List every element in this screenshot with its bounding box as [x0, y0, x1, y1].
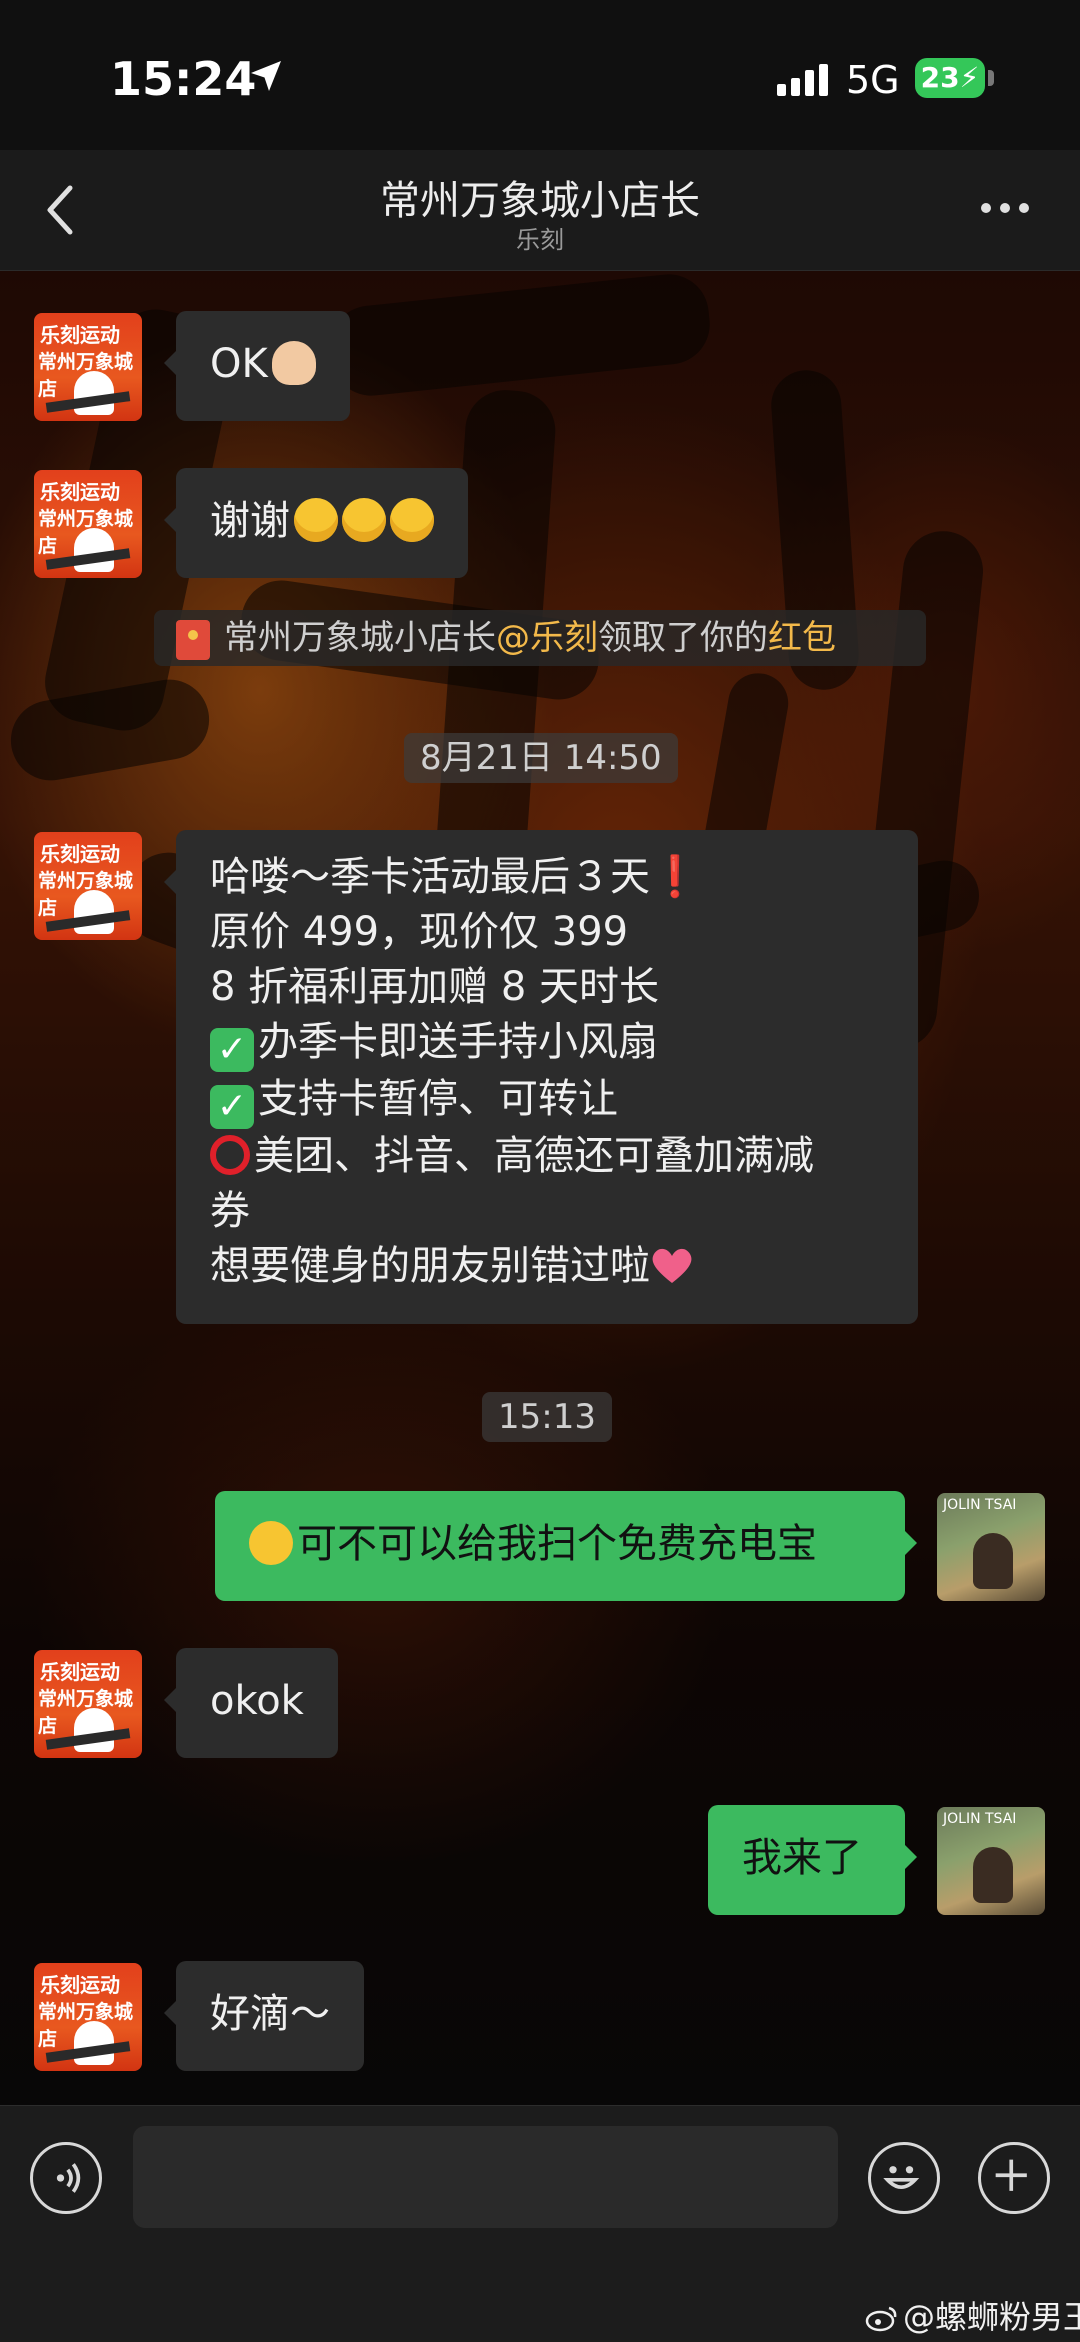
status-time: 15:24 — [110, 52, 257, 106]
message-text: OK — [210, 341, 268, 387]
emoji-icon[interactable] — [868, 2142, 940, 2214]
avatar-album-label: JOLIN TSAI — [943, 1497, 1017, 1513]
chat-subtitle: 乐刻 — [516, 226, 564, 254]
message-line: 美团、抖音、高德还可叠加满减 — [254, 1133, 814, 1179]
grin-emoji-icon — [342, 498, 386, 542]
message-text: 好滴～ — [210, 1991, 330, 2037]
message-bubble-incoming[interactable]: 哈喽～季卡活动最后３天❗ 原价 499，现价仅 399 8 折福利再加赠 8 天… — [164, 830, 918, 1324]
message-text: 我来了 — [742, 1835, 862, 1881]
message-line: 哈喽～季卡活动最后３天 — [210, 854, 650, 900]
red-packet-notice: 常州万象城小店长@乐刻领取了你的红包 — [154, 610, 926, 666]
avatar-album-label: JOLIN TSAI — [943, 1811, 1017, 1827]
check-mark-icon: ✓ — [210, 1085, 254, 1129]
weibo-icon — [865, 2306, 897, 2332]
message-line: 想要健身的朋友别错过啦 — [210, 1243, 650, 1289]
message-text: okok — [210, 1678, 304, 1724]
grin-emoji-icon — [390, 498, 434, 542]
notice-mention[interactable]: @乐刻 — [496, 618, 598, 658]
avatar-text-line1: 乐刻运动 — [40, 480, 120, 504]
avatar-text-line1: 乐刻运动 — [40, 842, 120, 866]
avatar-text-line1: 乐刻运动 — [40, 1973, 120, 1997]
my-avatar[interactable]: JOLIN TSAI — [937, 1493, 1045, 1601]
message-line: 办季卡即送手持小风扇 — [258, 1019, 658, 1065]
heart-emoji-icon — [652, 1248, 692, 1283]
plus-icon[interactable] — [978, 2142, 1050, 2214]
ok-hand-emoji-icon — [271, 341, 316, 385]
timestamp: 8月21日 14:50 — [404, 733, 678, 783]
battery-level: 23 — [920, 61, 960, 94]
status-bar: 15:24 5G 23⚡ — [0, 0, 1080, 150]
contact-avatar[interactable]: 乐刻运动 常州万象城店 — [34, 313, 142, 421]
avatar-figure — [973, 1847, 1013, 1903]
red-circle-icon — [210, 1135, 250, 1175]
check-mark-icon: ✓ — [210, 1028, 254, 1072]
chat-header: 常州万象城小店长 乐刻 — [0, 150, 1080, 271]
contact-avatar[interactable]: 乐刻运动 常州万象城店 — [34, 832, 142, 940]
battery-tip — [988, 70, 994, 86]
avatar-text-line1: 乐刻运动 — [40, 323, 120, 347]
message-line: 8 折福利再加赠 8 天时长 — [210, 964, 660, 1010]
notice-name: 常州万象城小店长 — [224, 618, 496, 658]
message-bubble-incoming[interactable]: 好滴～ — [164, 1961, 364, 2071]
message-line: 原价 499，现价仅 399 — [210, 909, 629, 955]
chat-title: 常州万象城小店长 — [380, 178, 700, 224]
location-arrow-icon — [251, 61, 281, 91]
notice-red-packet-link[interactable]: 红包 — [768, 618, 836, 658]
message-bubble-outgoing[interactable]: 可不可以给我扫个免费充电宝 — [215, 1491, 917, 1601]
avatar-text-line1: 乐刻运动 — [40, 1660, 120, 1684]
message-line: 支持卡暂停、可转让 — [258, 1076, 618, 1122]
battery-icon: 23⚡ — [915, 58, 985, 98]
message-bubble-outgoing[interactable]: 我来了 — [708, 1805, 917, 1915]
my-avatar[interactable]: JOLIN TSAI — [937, 1807, 1045, 1915]
watermark: @螺蛳粉男王 — [865, 2292, 1080, 2338]
contact-avatar[interactable]: 乐刻运动 常州万象城店 — [34, 1650, 142, 1758]
notice-text: 领取了你的 — [598, 618, 768, 658]
watermark-text: @螺蛳粉男王 — [903, 2298, 1080, 2336]
timestamp: 15:13 — [482, 1392, 612, 1442]
exclamation-emoji-icon: ❗ — [650, 854, 700, 900]
message-bubble-incoming[interactable]: OK — [164, 311, 350, 421]
contact-avatar[interactable]: 乐刻运动 常州万象城店 — [34, 1963, 142, 2071]
message-line: 券 — [210, 1188, 250, 1234]
message-bubble-incoming[interactable]: okok — [164, 1648, 338, 1758]
contact-avatar[interactable]: 乐刻运动 常州万象城店 — [34, 470, 142, 578]
avatar-figure — [973, 1533, 1013, 1589]
message-bubble-incoming[interactable]: 谢谢 — [164, 468, 468, 578]
smirk-emoji-icon — [249, 1521, 293, 1565]
grin-emoji-icon — [294, 498, 338, 542]
message-text: 可不可以给我扫个免费充电宝 — [297, 1521, 817, 1567]
message-text: 谢谢 — [210, 498, 290, 544]
red-packet-icon — [176, 620, 210, 660]
more-dots-icon[interactable] — [980, 200, 1030, 216]
voice-icon[interactable] — [30, 2142, 102, 2214]
message-input[interactable] — [133, 2126, 838, 2228]
signal-icon — [777, 64, 828, 96]
network-label: 5G — [846, 58, 900, 102]
